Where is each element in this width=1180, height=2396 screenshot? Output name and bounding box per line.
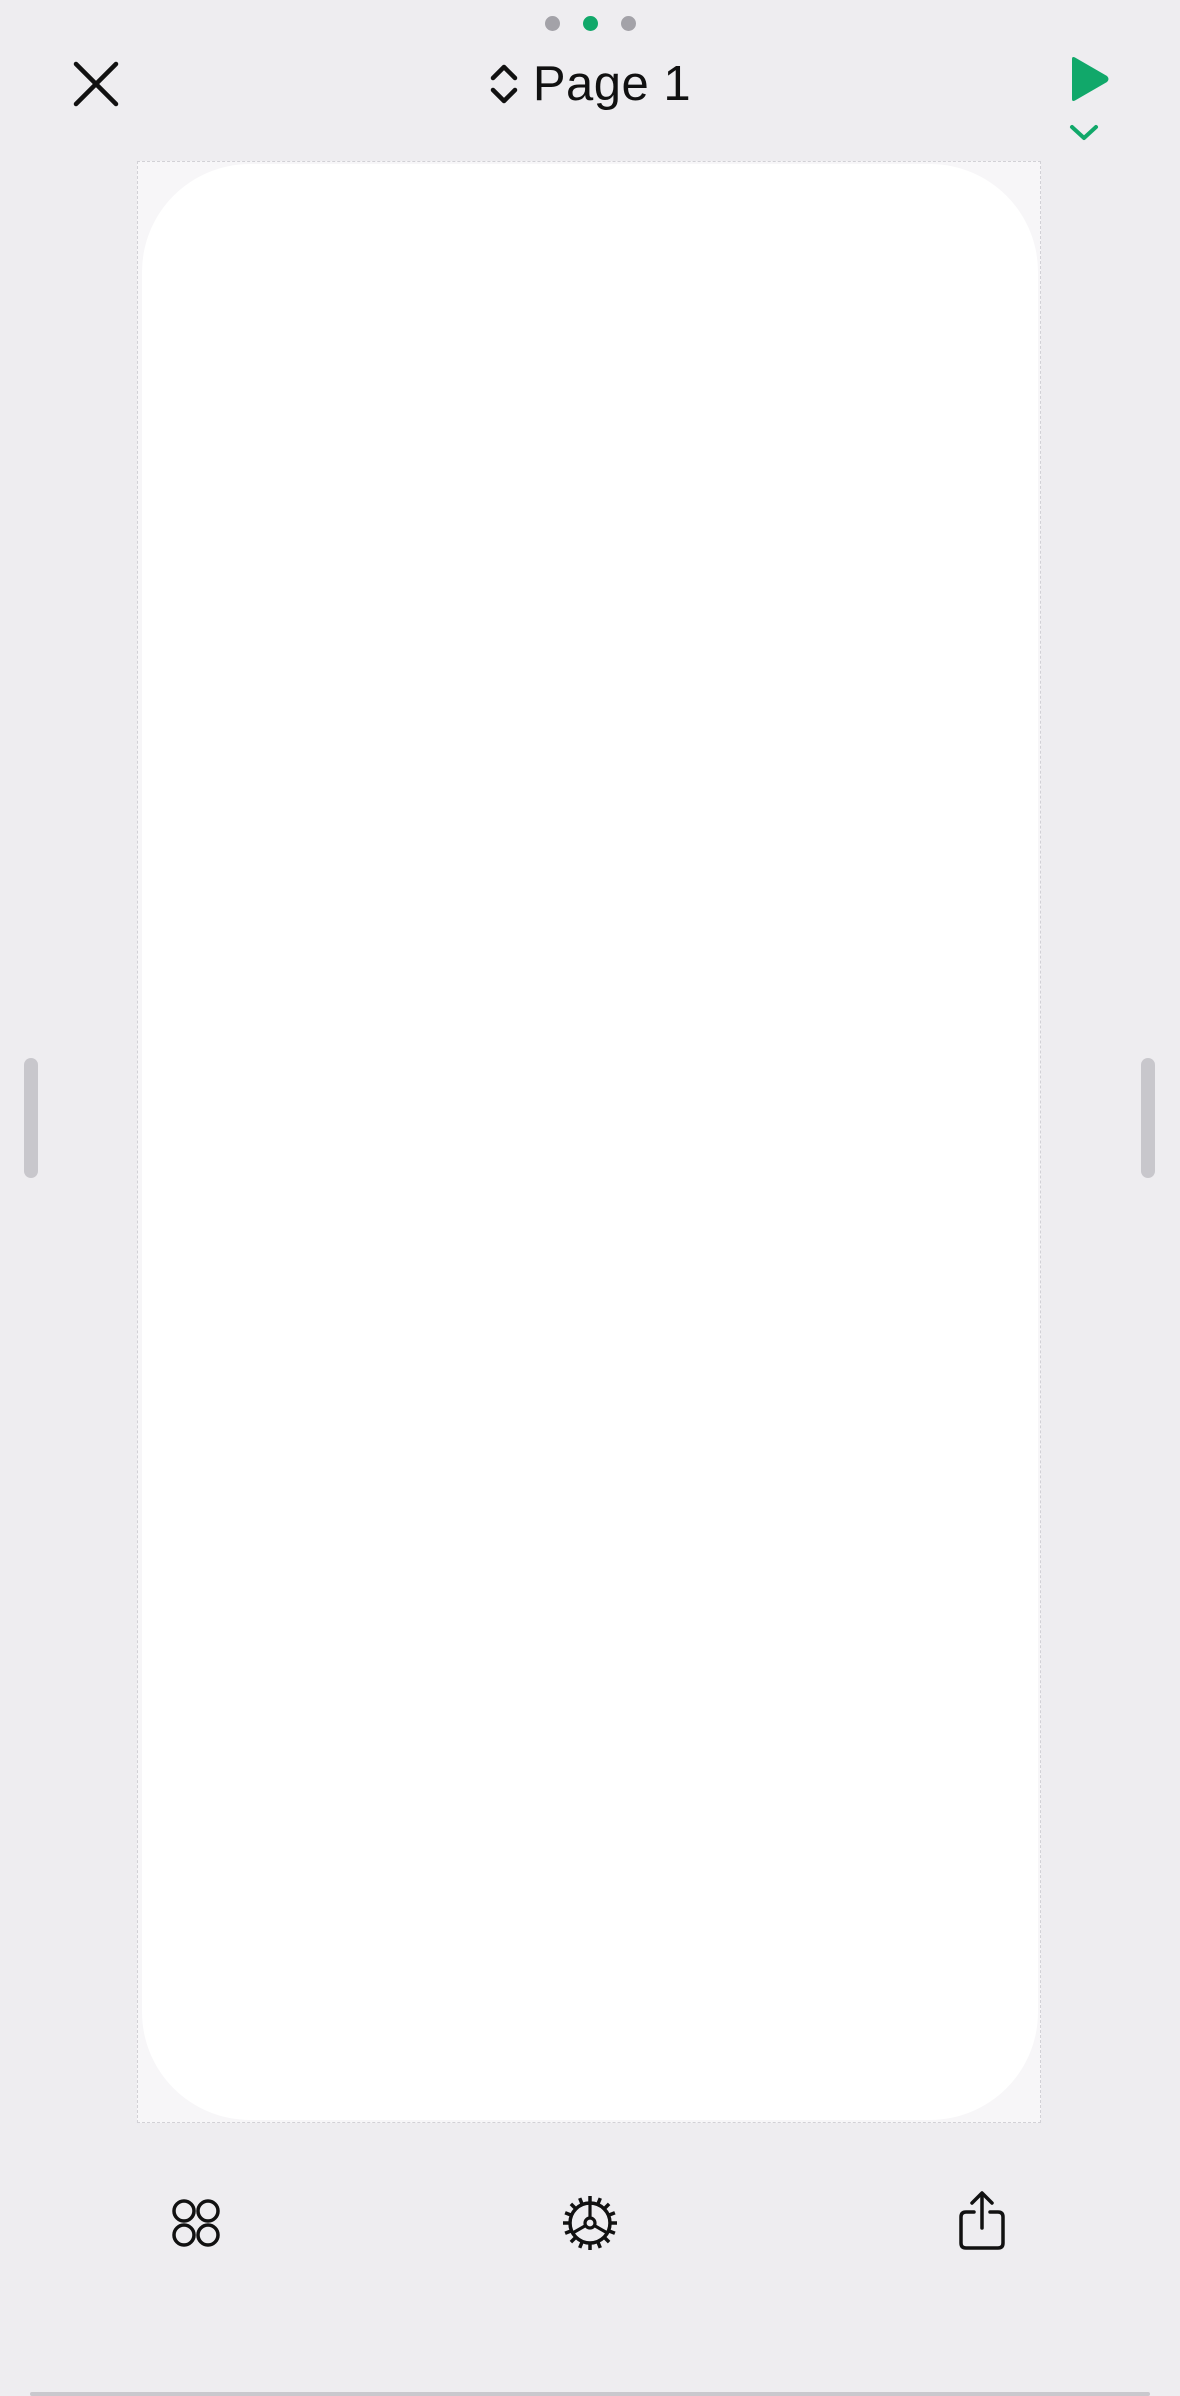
left-resize-handle[interactable]	[24, 1058, 38, 1178]
share-icon	[959, 2191, 1005, 2250]
play-icon	[1072, 57, 1109, 101]
page-selector-row: Page 1	[0, 52, 1180, 116]
components-button[interactable]	[160, 2187, 232, 2259]
canvas-frame	[137, 161, 1041, 2123]
gear-icon	[563, 2196, 617, 2250]
page-indicator	[0, 16, 1180, 31]
page-dot-active[interactable]	[582, 16, 598, 31]
play-options-button[interactable]	[1066, 118, 1102, 146]
components-grid-icon	[172, 2199, 220, 2247]
share-button[interactable]	[946, 2185, 1018, 2257]
chevron-down-icon	[1070, 125, 1098, 140]
page-selector-button[interactable]: Page 1	[489, 56, 691, 112]
home-indicator	[30, 2392, 1150, 2396]
play-button[interactable]	[1060, 50, 1118, 108]
settings-button[interactable]	[554, 2187, 626, 2259]
page-title: Page 1	[532, 57, 692, 111]
close-button[interactable]	[64, 52, 128, 116]
canvas-screen[interactable]	[142, 164, 1038, 2120]
page-dot[interactable]	[544, 16, 560, 31]
close-icon	[73, 61, 119, 107]
right-resize-handle[interactable]	[1141, 1058, 1155, 1178]
page-dot[interactable]	[620, 16, 636, 31]
chevron-up-down-icon	[490, 64, 518, 104]
